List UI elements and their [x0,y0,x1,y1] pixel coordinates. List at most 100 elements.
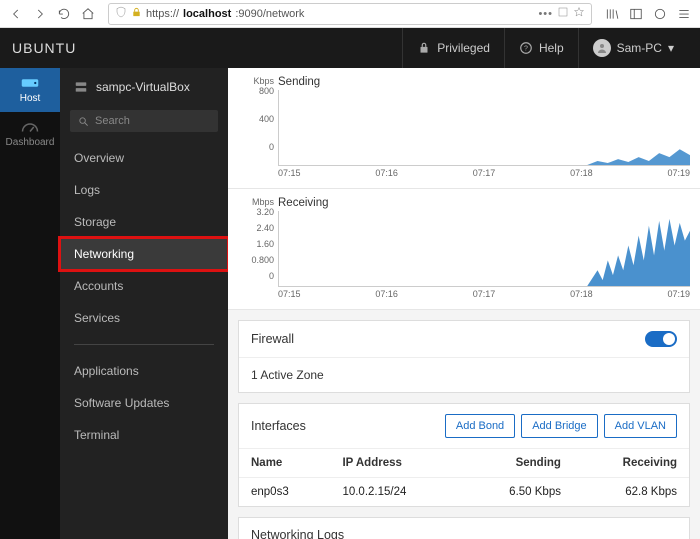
app-header: UBUNTU Privileged ? Help Sam-PC ▾ [0,28,700,68]
help-button[interactable]: ? Help [504,28,578,68]
networking-logs-card: Networking Logs November 12, 2021 [238,517,690,539]
gauge-icon [21,120,39,134]
reload-button[interactable] [54,4,74,24]
url-path: :9090/network [235,8,304,20]
sidebar-host[interactable]: sampc-VirtualBox [60,68,228,106]
add-bond-button[interactable]: Add Bond [445,414,515,438]
user-label: Sam-PC [617,41,662,55]
receiving-chart: Mbps 3.20 2.40 1.60 0.800 0 Receiving [228,189,700,310]
rail-host-label: Host [20,93,41,104]
user-menu[interactable]: Sam-PC ▾ [578,28,688,68]
help-label: Help [539,41,564,55]
left-rail: Host Dashboard [0,68,60,539]
xtick: 07:16 [375,168,398,178]
rail-dashboard[interactable]: Dashboard [0,112,60,156]
interfaces-card: Interfaces Add Bond Add Bridge Add VLAN … [238,403,690,507]
hamburger-icon[interactable] [674,4,694,24]
search-icon [78,116,89,127]
col-ip: IP Address [330,449,460,478]
firewall-card: Firewall 1 Active Zone [238,320,690,393]
xtick: 07:15 [278,289,301,299]
sidebar-item-applications[interactable]: Applications [60,355,228,387]
xtick: 07:19 [667,289,690,299]
receiving-ytick: 1.60 [256,239,274,249]
url-scheme: https:// [146,8,179,20]
col-receiving: Receiving [573,449,689,478]
svg-text:?: ? [524,45,528,52]
sidebar-item-storage[interactable]: Storage [60,206,228,238]
receiving-ytick: 3.20 [256,207,274,217]
url-host: localhost [183,8,231,20]
content-area: Kbps 800 400 0 Sending 07:15 07:16 07: [228,68,700,539]
sidebar-item-services[interactable]: Services [60,302,228,334]
add-bridge-button[interactable]: Add Bridge [521,414,597,438]
table-header-row: Name IP Address Sending Receiving [239,449,689,478]
xtick: 07:15 [278,168,301,178]
interfaces-title: Interfaces [251,419,306,433]
sending-unit: Kbps [253,76,274,86]
sidebar-hostname: sampc-VirtualBox [96,80,190,94]
rail-dashboard-label: Dashboard [6,137,55,148]
xtick: 07:19 [667,168,690,178]
sidebar-separator [74,344,214,345]
receiving-ytick: 0 [269,271,274,281]
receiving-ytick: 2.40 [256,223,274,233]
add-vlan-button[interactable]: Add VLAN [604,414,677,438]
receiving-title: Receiving [278,197,690,209]
sidebar-item-terminal[interactable]: Terminal [60,419,228,451]
rail-host[interactable]: Host [0,68,60,112]
table-row[interactable]: enp0s3 10.0.2.15/24 6.50 Kbps 62.8 Kbps [239,478,689,507]
sending-ytick: 800 [259,86,274,96]
interfaces-table: Name IP Address Sending Receiving enp0s3… [239,448,689,506]
shield-icon [115,6,127,21]
extensions-icon[interactable] [650,4,670,24]
iface-name: enp0s3 [239,478,330,507]
firewall-link[interactable]: Firewall [251,332,294,346]
sending-chart: Kbps 800 400 0 Sending 07:15 07:16 07: [228,68,700,189]
star-icon[interactable] [573,6,585,21]
sidebar-item-accounts[interactable]: Accounts [60,270,228,302]
xtick: 07:18 [570,168,593,178]
sending-ytick: 0 [269,142,274,152]
browser-toolbar: https:// localhost :9090/network ••• [0,0,700,28]
brand-label: UBUNTU [12,40,76,56]
sidebar: sampc-VirtualBox Search Overview Logs St… [60,68,228,539]
address-bar[interactable]: https:// localhost :9090/network ••• [108,3,592,25]
avatar-icon [593,39,611,57]
chevron-down-icon: ▾ [668,41,674,55]
page-actions-icon[interactable]: ••• [538,8,553,20]
reader-icon[interactable] [557,6,569,21]
hdd-icon [21,76,39,90]
sidebar-item-overview[interactable]: Overview [60,142,228,174]
receiving-plot [278,211,690,287]
receiving-ytick: 0.800 [251,255,274,265]
sidebar-item-logs[interactable]: Logs [60,174,228,206]
iface-recv: 62.8 Kbps [573,478,689,507]
sending-xticks: 07:15 07:16 07:17 07:18 07:19 [278,168,690,178]
forward-button[interactable] [30,4,50,24]
privileged-toggle[interactable]: Privileged [402,28,504,68]
sending-ytick: 400 [259,114,274,124]
sidebar-icon[interactable] [626,4,646,24]
back-button[interactable] [6,4,26,24]
xtick: 07:18 [570,289,593,299]
home-button[interactable] [78,4,98,24]
sidebar-search[interactable]: Search [70,110,218,132]
help-icon: ? [519,41,533,55]
col-name: Name [239,449,330,478]
server-icon [74,80,88,94]
library-icon[interactable] [602,4,622,24]
firewall-zones: 1 Active Zone [239,357,689,392]
search-placeholder: Search [95,115,130,127]
iface-ip: 10.0.2.15/24 [330,478,460,507]
iface-send: 6.50 Kbps [461,478,573,507]
receiving-unit: Mbps [252,197,274,207]
xtick: 07:17 [473,168,496,178]
sending-title: Sending [278,76,690,88]
receiving-xticks: 07:15 07:16 07:17 07:18 07:19 [278,289,690,299]
sidebar-item-networking[interactable]: Networking [60,238,228,270]
firewall-toggle[interactable] [645,331,677,347]
col-sending: Sending [461,449,573,478]
netlogs-title: Networking Logs [251,528,344,539]
sidebar-item-updates[interactable]: Software Updates [60,387,228,419]
